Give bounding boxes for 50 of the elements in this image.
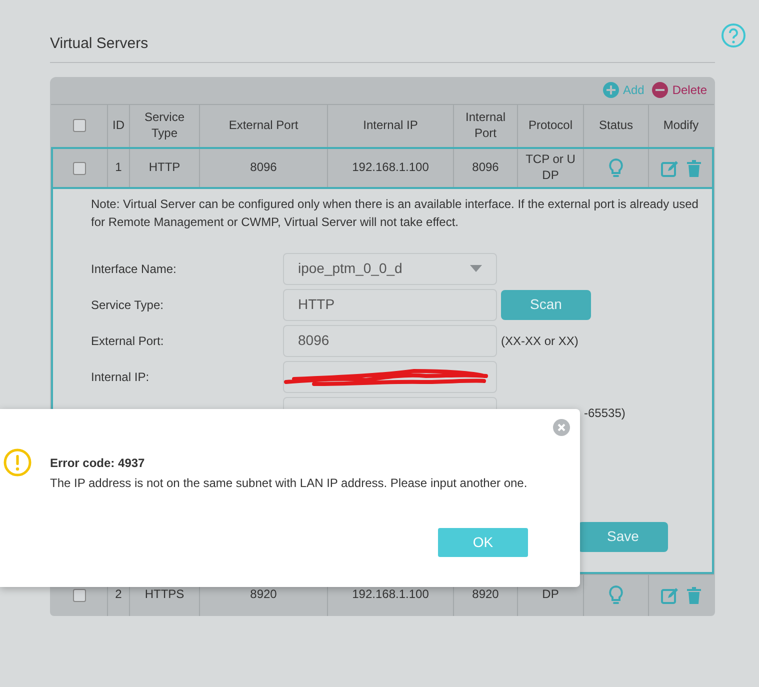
input-field[interactable]: HTTP: [283, 288, 497, 320]
edit-icon[interactable]: [661, 586, 678, 604]
table-cell: 192.168.1.100: [352, 160, 429, 176]
trash-icon[interactable]: [687, 160, 701, 176]
plus-icon: [602, 82, 619, 98]
input-field[interactable]: 8096: [283, 324, 497, 356]
minus-icon: [652, 82, 668, 98]
error-title: Error code: 4937: [50, 455, 145, 472]
close-icon[interactable]: [553, 419, 570, 436]
table-cell-text: DP: [541, 587, 560, 603]
lightbulb-icon[interactable]: [608, 158, 624, 178]
hint-text: -65535): [584, 404, 626, 422]
field-label: Interface Name:: [91, 262, 176, 276]
table-cell: HTTP: [148, 160, 180, 176]
lightbulb-icon[interactable]: [608, 585, 624, 605]
column-header: Internal IP: [328, 104, 454, 146]
table-cell: 192.168.1.100: [352, 587, 429, 603]
checkbox[interactable]: [72, 119, 86, 132]
section-title: Virtual Servers: [50, 33, 715, 62]
error-message: The IP address is not on the same subnet with LAN IP address. Please input another one.: [50, 475, 528, 492]
checkbox[interactable]: [72, 162, 86, 174]
column-header: Internal Port: [454, 104, 518, 146]
table-cell: 8096: [250, 160, 277, 176]
help-icon[interactable]: [721, 23, 746, 48]
column-header: Service Type: [130, 104, 200, 146]
field-label: Service Type:: [91, 298, 164, 312]
table-cell: 8096: [472, 160, 499, 176]
field-label: Internal IP:: [91, 370, 150, 384]
warning-icon: [3, 448, 32, 477]
delete-button[interactable]: Delete: [652, 81, 707, 99]
column-header: Protocol: [518, 104, 584, 146]
table-cell: 1: [115, 160, 122, 176]
table-cell: TCP or UDP: [524, 152, 576, 184]
table-cell: 2: [115, 587, 122, 603]
edit-icon[interactable]: [661, 160, 678, 176]
table-row[interactable]: 1 HTTP 8096 192.168.1.100 8096 TCP or UDP: [51, 146, 714, 188]
table-cell: 8920: [250, 587, 277, 603]
caret-icon: [470, 265, 482, 272]
field-label: External Port:: [91, 334, 164, 348]
column-header: ID: [108, 104, 130, 146]
hint-text: (XX-XX or XX): [501, 332, 578, 350]
column-header: Modify: [662, 116, 700, 134]
table-cell: HTTPS: [144, 587, 184, 603]
note-text: Note: Virtual Server can be configured only when there is an available interface. If the external port is already used for Remote Management or CWMP, Virtual Server will not take effect.: [91, 196, 700, 230]
trash-icon[interactable]: [687, 586, 701, 604]
table-cell: 8920: [472, 587, 499, 603]
checkbox[interactable]: [72, 588, 86, 602]
column-header: Status: [584, 104, 649, 146]
select-field[interactable]: ipoe_ptm_0_0_d: [283, 252, 497, 284]
column-header: External Port: [200, 104, 328, 146]
